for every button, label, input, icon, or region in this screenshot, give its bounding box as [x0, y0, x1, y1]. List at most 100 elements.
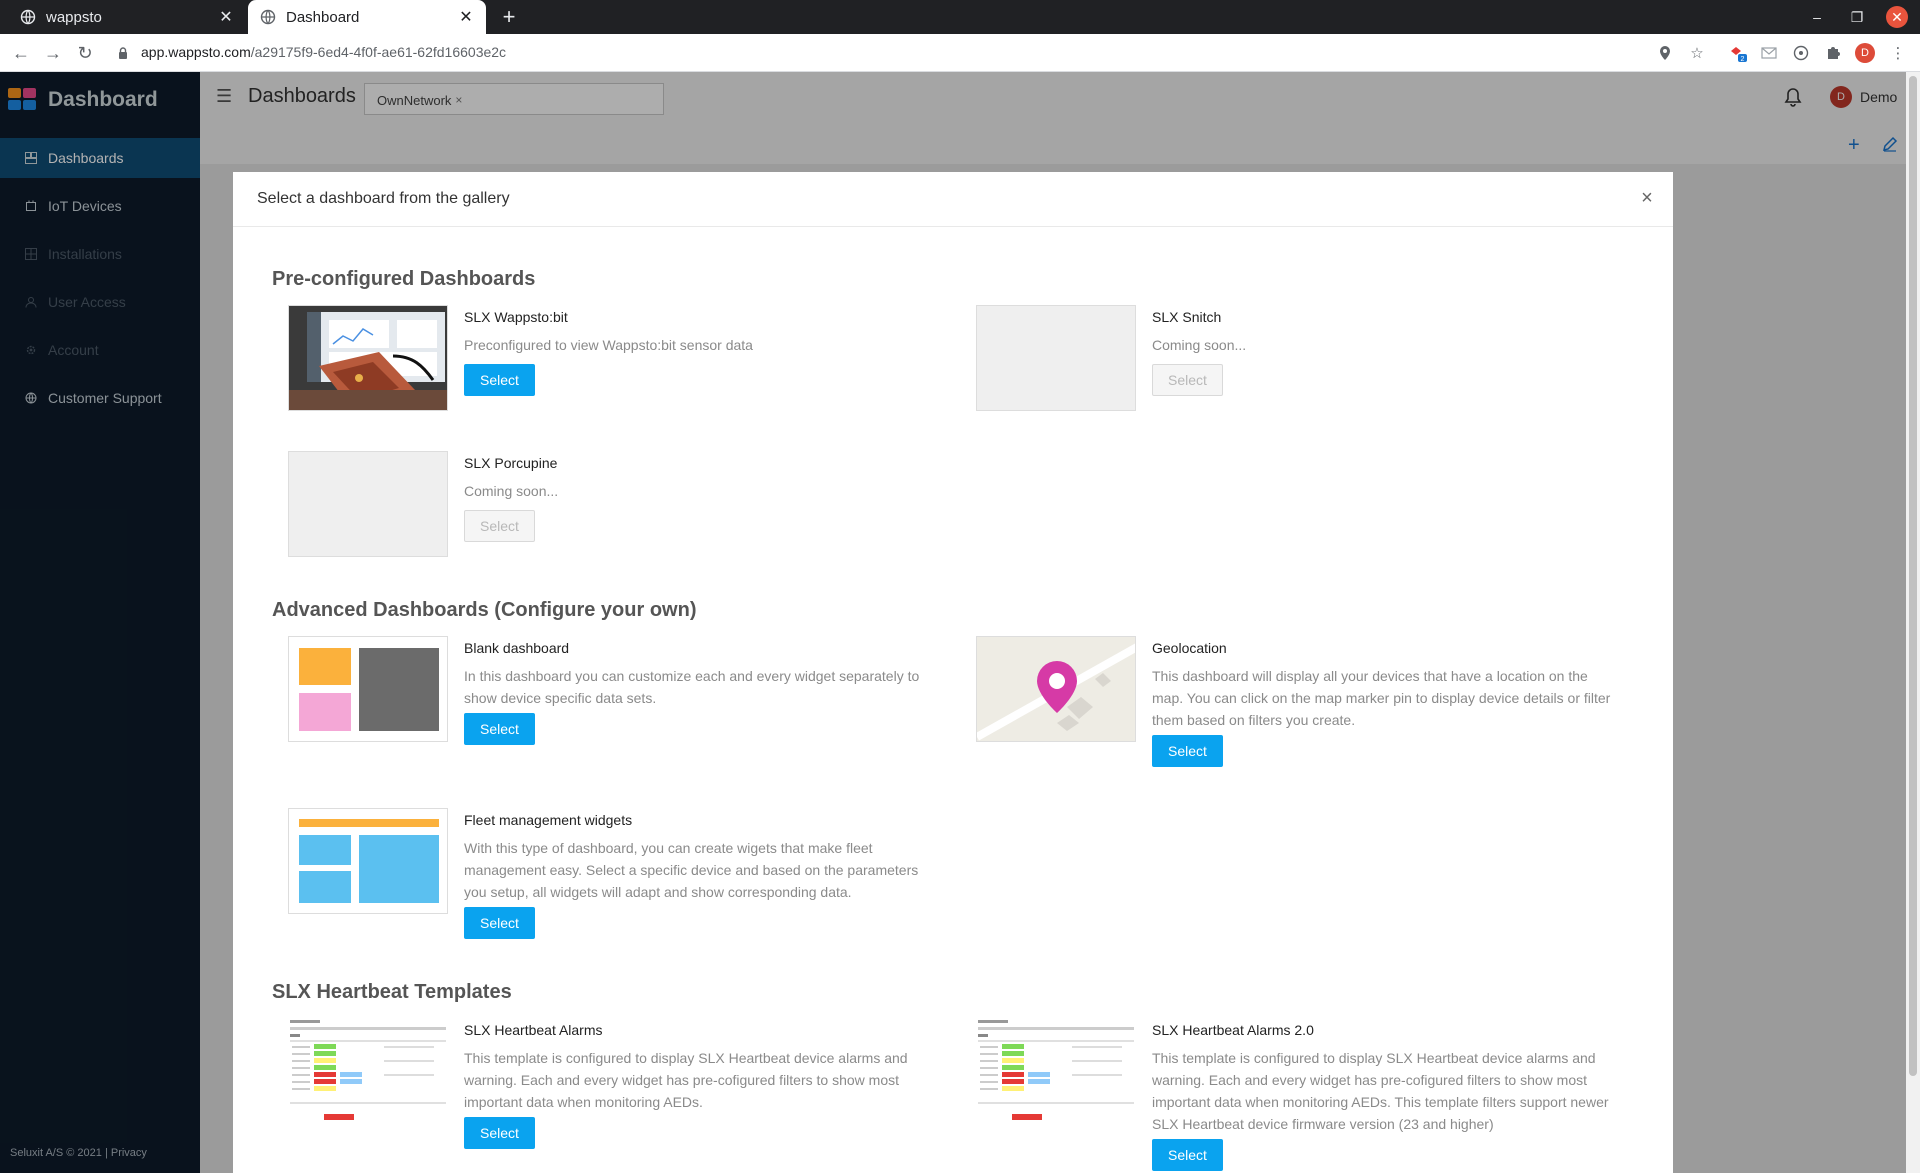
sidebar: Dashboard Dashboards IoT Devices Install…	[0, 72, 200, 1173]
card-description: This template is configured to display S…	[464, 1050, 908, 1110]
sidebar-item-user-access[interactable]: User Access	[0, 282, 200, 322]
select-button[interactable]: Select	[464, 713, 535, 745]
extension-badge-icon[interactable]: 2	[1728, 43, 1748, 63]
sidebar-item-label: Customer Support	[48, 390, 162, 406]
card-description: Preconfigured to view Wappsto:bit sensor…	[464, 337, 753, 353]
globe-icon	[20, 9, 36, 25]
back-icon[interactable]: ←	[10, 42, 32, 64]
grid-icon	[24, 247, 38, 261]
url-path: /a29175f9-6ed4-4f0f-ae61-62fd16603e2c	[250, 44, 507, 60]
select-button-disabled: Select	[1152, 364, 1223, 396]
sidebar-item-account[interactable]: Account	[0, 330, 200, 370]
mail-icon[interactable]	[1759, 43, 1779, 63]
section-title-heartbeat: SLX Heartbeat Templates	[272, 981, 512, 1003]
tab-title: wappsto	[46, 8, 102, 26]
gear-icon	[24, 343, 38, 357]
gallery-modal: Select a dashboard from the gallery × Pr…	[233, 172, 1673, 1173]
card-title: SLX Wappsto:bit	[464, 309, 568, 325]
brand[interactable]: Dashboard	[8, 88, 158, 112]
heartbeat-alarms-2-thumbnail	[976, 1018, 1136, 1124]
puzzle-icon[interactable]	[1823, 43, 1843, 63]
sidebar-item-label: IoT Devices	[48, 198, 122, 214]
sidebar-item-customer-support[interactable]: Customer Support	[0, 378, 200, 418]
user-icon	[24, 295, 38, 309]
sidebar-item-label: Dashboards	[48, 150, 124, 166]
sidebar-item-label: Installations	[48, 246, 122, 262]
dashboard-logo-icon	[8, 88, 38, 112]
device-icon	[24, 199, 38, 213]
sidebar-item-installations[interactable]: Installations	[0, 234, 200, 274]
close-tab-icon[interactable]: ✕	[218, 7, 234, 27]
reload-icon[interactable]: ↻	[74, 42, 96, 64]
forward-icon[interactable]: →	[42, 42, 64, 64]
card-blank-dashboard: Blank dashboard In this dashboard you ca…	[288, 636, 968, 746]
card-fleet-management: Fleet management widgets With this type …	[288, 808, 968, 948]
select-button[interactable]: Select	[1152, 1139, 1223, 1171]
fleet-management-thumbnail	[288, 808, 448, 914]
card-title: Fleet management widgets	[464, 812, 633, 828]
modal-header: Select a dashboard from the gallery ×	[233, 172, 1673, 227]
card-description: In this dashboard you can customize each…	[464, 668, 920, 706]
brand-title: Dashboard	[48, 88, 158, 111]
browser-tab-dashboard[interactable]: Dashboard ✕	[248, 0, 486, 34]
placeholder-thumbnail	[288, 451, 448, 557]
placeholder-thumbnail	[976, 305, 1136, 411]
card-description: This dashboard will display all your dev…	[1152, 668, 1611, 728]
select-button[interactable]: Select	[464, 1117, 535, 1149]
card-title: SLX Porcupine	[464, 455, 558, 471]
card-title: Geolocation	[1152, 640, 1227, 656]
browser-tab-bar: wappsto ✕ Dashboard ✕ + – ❐ ✕	[0, 0, 1920, 34]
footer-copyright[interactable]: Seluxit A/S © 2021 | Privacy	[10, 1147, 147, 1159]
card-description: Coming soon...	[1152, 337, 1247, 353]
card-geolocation: Geolocation This dashboard will display …	[976, 636, 1656, 776]
card-heartbeat-alarms: SLX Heartbeat Alarms This template is co…	[288, 1018, 968, 1158]
card-title: SLX Snitch	[1152, 309, 1222, 325]
location-pin-icon[interactable]	[1655, 43, 1675, 63]
star-icon[interactable]: ☆	[1687, 43, 1707, 63]
card-description: Coming soon...	[464, 483, 559, 499]
card-title: Blank dashboard	[464, 640, 570, 656]
card-title: SLX Heartbeat Alarms	[464, 1022, 603, 1038]
close-window-icon[interactable]: ✕	[1886, 6, 1908, 28]
restore-icon[interactable]: ❐	[1846, 6, 1868, 28]
card-description: With this type of dashboard, you can cre…	[464, 840, 919, 900]
select-button-disabled: Select	[464, 510, 535, 542]
tab-title: Dashboard	[286, 8, 360, 26]
sidebar-item-iot-devices[interactable]: IoT Devices	[0, 186, 200, 226]
card-heartbeat-alarms-2: SLX Heartbeat Alarms 2.0 This template i…	[976, 1018, 1656, 1173]
address-bar: ← → ↻ app.wappsto.com/a29175f9-6ed4-4f0f…	[0, 34, 1920, 72]
select-button[interactable]: Select	[1152, 735, 1223, 767]
url-field[interactable]: app.wappsto.com/a29175f9-6ed4-4f0f-ae61-…	[141, 44, 506, 60]
close-tab-icon[interactable]: ✕	[458, 7, 474, 27]
globe-icon	[24, 391, 38, 405]
badge-count: 2	[1741, 56, 1745, 63]
new-tab-button[interactable]: +	[496, 4, 522, 30]
dashboard-icon	[24, 151, 38, 165]
section-title-preconfigured: Pre-configured Dashboards	[272, 268, 536, 290]
sidebar-item-label: User Access	[48, 294, 126, 310]
close-icon[interactable]: ×	[1637, 188, 1657, 208]
app: Dashboard Dashboards IoT Devices Install…	[0, 72, 1920, 1173]
modal-title: Select a dashboard from the gallery	[257, 190, 510, 207]
card-description: This template is configured to display S…	[1152, 1050, 1609, 1132]
extension-circle-icon[interactable]	[1791, 43, 1811, 63]
profile-avatar[interactable]: D	[1855, 43, 1875, 63]
scrollbar-thumb[interactable]	[1909, 76, 1917, 1076]
scrollbar[interactable]	[1906, 72, 1920, 1173]
card-title: SLX Heartbeat Alarms 2.0	[1152, 1022, 1314, 1038]
select-button[interactable]: Select	[464, 364, 535, 396]
sidebar-item-dashboards[interactable]: Dashboards	[0, 138, 200, 178]
minimize-icon[interactable]: –	[1806, 6, 1828, 28]
wappsto-bit-thumbnail	[288, 305, 448, 411]
blank-dashboard-thumbnail	[288, 636, 448, 742]
kebab-menu-icon[interactable]: ⋮	[1888, 43, 1908, 63]
geolocation-thumbnail	[976, 636, 1136, 742]
heartbeat-alarms-thumbnail	[288, 1018, 448, 1124]
browser-tab-wappsto[interactable]: wappsto ✕	[8, 0, 246, 34]
url-host: app.wappsto.com	[141, 44, 251, 60]
globe-icon	[260, 9, 276, 25]
sidebar-item-label: Account	[48, 342, 99, 358]
card-wappsto-bit: SLX Wappsto:bit Preconfigured to view Wa…	[288, 305, 968, 415]
select-button[interactable]: Select	[464, 907, 535, 939]
lock-icon	[119, 47, 127, 59]
